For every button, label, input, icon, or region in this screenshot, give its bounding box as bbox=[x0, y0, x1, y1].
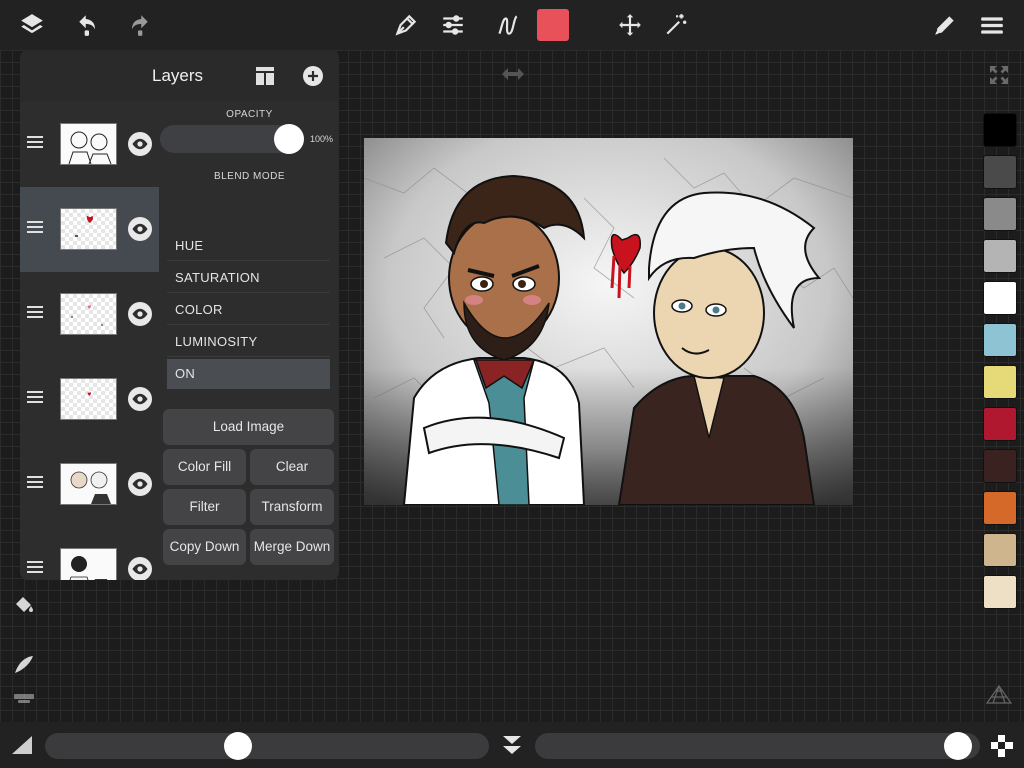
visibility-eye-icon[interactable] bbox=[128, 217, 152, 241]
top-toolbar bbox=[0, 0, 1024, 50]
copy-down-button[interactable]: Copy Down bbox=[163, 529, 246, 565]
transform-button[interactable]: Transform bbox=[250, 489, 334, 525]
blend-mode-option[interactable]: COLOR bbox=[167, 295, 330, 325]
blend-mode-option[interactable]: SATURATION bbox=[167, 263, 330, 293]
palette-swatch[interactable] bbox=[983, 323, 1017, 357]
smudge-icon[interactable] bbox=[10, 650, 38, 678]
palette-swatch[interactable] bbox=[983, 239, 1017, 273]
clear-button[interactable]: Clear bbox=[250, 449, 334, 485]
layers-icon[interactable] bbox=[16, 9, 48, 41]
layer-row[interactable] bbox=[20, 442, 159, 527]
blend-mode-option[interactable]: LUMINOSITY bbox=[167, 327, 330, 357]
color-palette bbox=[983, 113, 1017, 617]
merge-down-button[interactable]: Merge Down bbox=[250, 529, 334, 565]
move-icon[interactable] bbox=[614, 9, 646, 41]
layer-thumbnail[interactable] bbox=[60, 378, 117, 420]
filter-button[interactable]: Filter bbox=[163, 489, 246, 525]
layers-panel-title: Layers bbox=[151, 66, 204, 85]
layer-thumbnail[interactable] bbox=[60, 293, 117, 335]
drag-handle-icon[interactable] bbox=[27, 136, 43, 150]
artwork[interactable] bbox=[364, 138, 853, 505]
palette-swatch[interactable] bbox=[983, 113, 1017, 147]
palette-swatch[interactable] bbox=[983, 575, 1017, 609]
layers-panel-header: Layers bbox=[20, 50, 339, 102]
opacity-slider-knob[interactable] bbox=[274, 124, 304, 154]
brush-size-slider[interactable] bbox=[45, 733, 489, 759]
edit-icon[interactable] bbox=[929, 9, 961, 41]
bottom-toolbar bbox=[0, 722, 1024, 768]
opacity-value: 100% bbox=[310, 134, 334, 144]
palette-swatch[interactable] bbox=[983, 407, 1017, 441]
menu-icon[interactable] bbox=[976, 9, 1008, 41]
collapse-icon[interactable] bbox=[500, 734, 524, 756]
brush-opacity-knob[interactable] bbox=[943, 732, 972, 760]
load-image-button[interactable]: Load Image bbox=[163, 409, 334, 445]
pan-hint-icon bbox=[500, 65, 526, 83]
layer-thumbnail[interactable] bbox=[60, 123, 117, 165]
layer-row[interactable] bbox=[20, 272, 159, 357]
brush-opacity-slider[interactable] bbox=[535, 733, 980, 759]
stroke-icon[interactable] bbox=[492, 9, 524, 41]
layer-thumbnail[interactable] bbox=[60, 548, 117, 580]
brush-size-icon bbox=[10, 734, 34, 756]
drag-handle-icon[interactable] bbox=[27, 561, 43, 575]
blend-mode-option[interactable]: ON bbox=[167, 359, 330, 389]
magic-wand-icon[interactable] bbox=[660, 9, 692, 41]
visibility-eye-icon[interactable] bbox=[128, 557, 152, 580]
layer-list bbox=[20, 102, 160, 580]
fullscreen-icon[interactable] bbox=[987, 63, 1011, 87]
color-fill-button[interactable]: Color Fill bbox=[163, 449, 246, 485]
undo-icon[interactable] bbox=[73, 9, 105, 41]
visibility-eye-icon[interactable] bbox=[128, 132, 152, 156]
palette-swatch[interactable] bbox=[983, 197, 1017, 231]
layer-row[interactable] bbox=[20, 187, 159, 272]
pen-icon[interactable] bbox=[390, 9, 422, 41]
visibility-eye-icon[interactable] bbox=[128, 302, 152, 326]
visibility-eye-icon[interactable] bbox=[128, 387, 152, 411]
layer-row[interactable] bbox=[20, 357, 159, 442]
layers-panel: Layers OPACITY 100% BLEND MODE HUE SATURA… bbox=[20, 50, 339, 580]
current-color-swatch[interactable] bbox=[537, 9, 569, 41]
visibility-eye-icon[interactable] bbox=[128, 472, 152, 496]
layer-thumbnail[interactable] bbox=[60, 208, 117, 250]
adjust-icon[interactable] bbox=[437, 9, 469, 41]
ruler-icon[interactable] bbox=[10, 684, 38, 712]
palette-swatch[interactable] bbox=[983, 155, 1017, 189]
opacity-label: OPACITY bbox=[226, 109, 273, 120]
palette-swatch[interactable] bbox=[983, 449, 1017, 483]
layer-grid-icon[interactable] bbox=[253, 64, 277, 88]
drag-handle-icon[interactable] bbox=[27, 391, 43, 405]
drag-handle-icon[interactable] bbox=[27, 306, 43, 320]
palette-swatch[interactable] bbox=[983, 365, 1017, 399]
warp-mesh-icon[interactable] bbox=[985, 683, 1013, 707]
layer-row[interactable] bbox=[20, 527, 159, 580]
palette-swatch[interactable] bbox=[983, 281, 1017, 315]
layer-thumbnail[interactable] bbox=[60, 463, 117, 505]
drag-handle-icon[interactable] bbox=[27, 221, 43, 235]
layer-row[interactable] bbox=[20, 102, 159, 187]
palette-swatch[interactable] bbox=[983, 491, 1017, 525]
brush-size-knob[interactable] bbox=[223, 732, 252, 760]
blend-mode-option[interactable]: HUE bbox=[167, 231, 330, 261]
redo-icon[interactable] bbox=[122, 9, 154, 41]
blend-mode-label: BLEND MODE bbox=[213, 171, 286, 182]
add-layer-icon[interactable] bbox=[301, 64, 325, 88]
drag-handle-icon[interactable] bbox=[27, 476, 43, 490]
palette-swatch[interactable] bbox=[983, 533, 1017, 567]
transparency-icon bbox=[991, 735, 1013, 757]
fill-bucket-icon[interactable] bbox=[10, 590, 38, 618]
